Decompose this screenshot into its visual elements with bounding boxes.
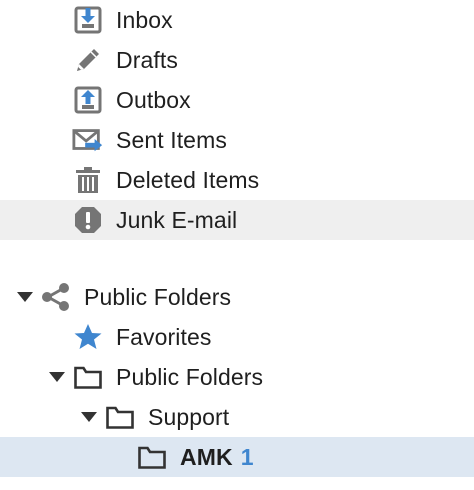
folder-icon [104,401,136,433]
trash-icon [72,164,104,196]
folder-item-drafts[interactable]: Drafts [0,40,474,80]
pencil-icon [72,44,104,76]
folder-icon [136,441,168,473]
folder-label-junk-email: Junk E-mail [116,206,238,233]
folder-tree: Inbox Drafts Outbox Sent Items Deleted I… [0,0,474,490]
tree-item-public-folders-root[interactable]: Public Folders [0,277,474,317]
outbox-icon [72,84,104,116]
caret-down-icon[interactable] [79,407,99,427]
tree-label-favorites: Favorites [116,323,212,350]
tree-label-amk: AMK [180,443,233,470]
tree-item-support[interactable]: Support [0,397,474,437]
folder-label-drafts: Drafts [116,46,178,73]
folder-icon [72,361,104,393]
caret-down-icon[interactable] [47,367,67,387]
tree-label-support: Support [148,403,230,430]
folder-label-outbox: Outbox [116,86,191,113]
unread-count-badge: 1 [240,443,254,470]
inbox-icon [72,4,104,36]
folder-item-junk-email[interactable]: Junk E-mail [0,200,474,240]
folder-label-deleted-items: Deleted Items [116,166,260,193]
exclamation-circle-icon [72,204,104,236]
folder-item-deleted-items[interactable]: Deleted Items [0,160,474,200]
folder-label-sent-items: Sent Items [116,126,227,153]
folder-item-inbox[interactable]: Inbox [0,0,474,40]
tree-label-public-folders-root: Public Folders [84,283,232,310]
caret-down-icon[interactable] [15,287,35,307]
star-icon [72,321,104,353]
folder-item-sent-items[interactable]: Sent Items [0,120,474,160]
tree-item-amk[interactable]: AMK 1 [0,437,474,477]
sent-items-icon [72,124,104,156]
folder-label-inbox: Inbox [116,6,173,33]
tree-label-group-amk: AMK 1 [180,444,253,471]
tree-item-public-folders[interactable]: Public Folders [0,357,474,397]
tree-label-public-folders: Public Folders [116,363,264,390]
tree-item-favorites[interactable]: Favorites [0,317,474,357]
folder-item-outbox[interactable]: Outbox [0,80,474,120]
share-icon [40,281,72,313]
